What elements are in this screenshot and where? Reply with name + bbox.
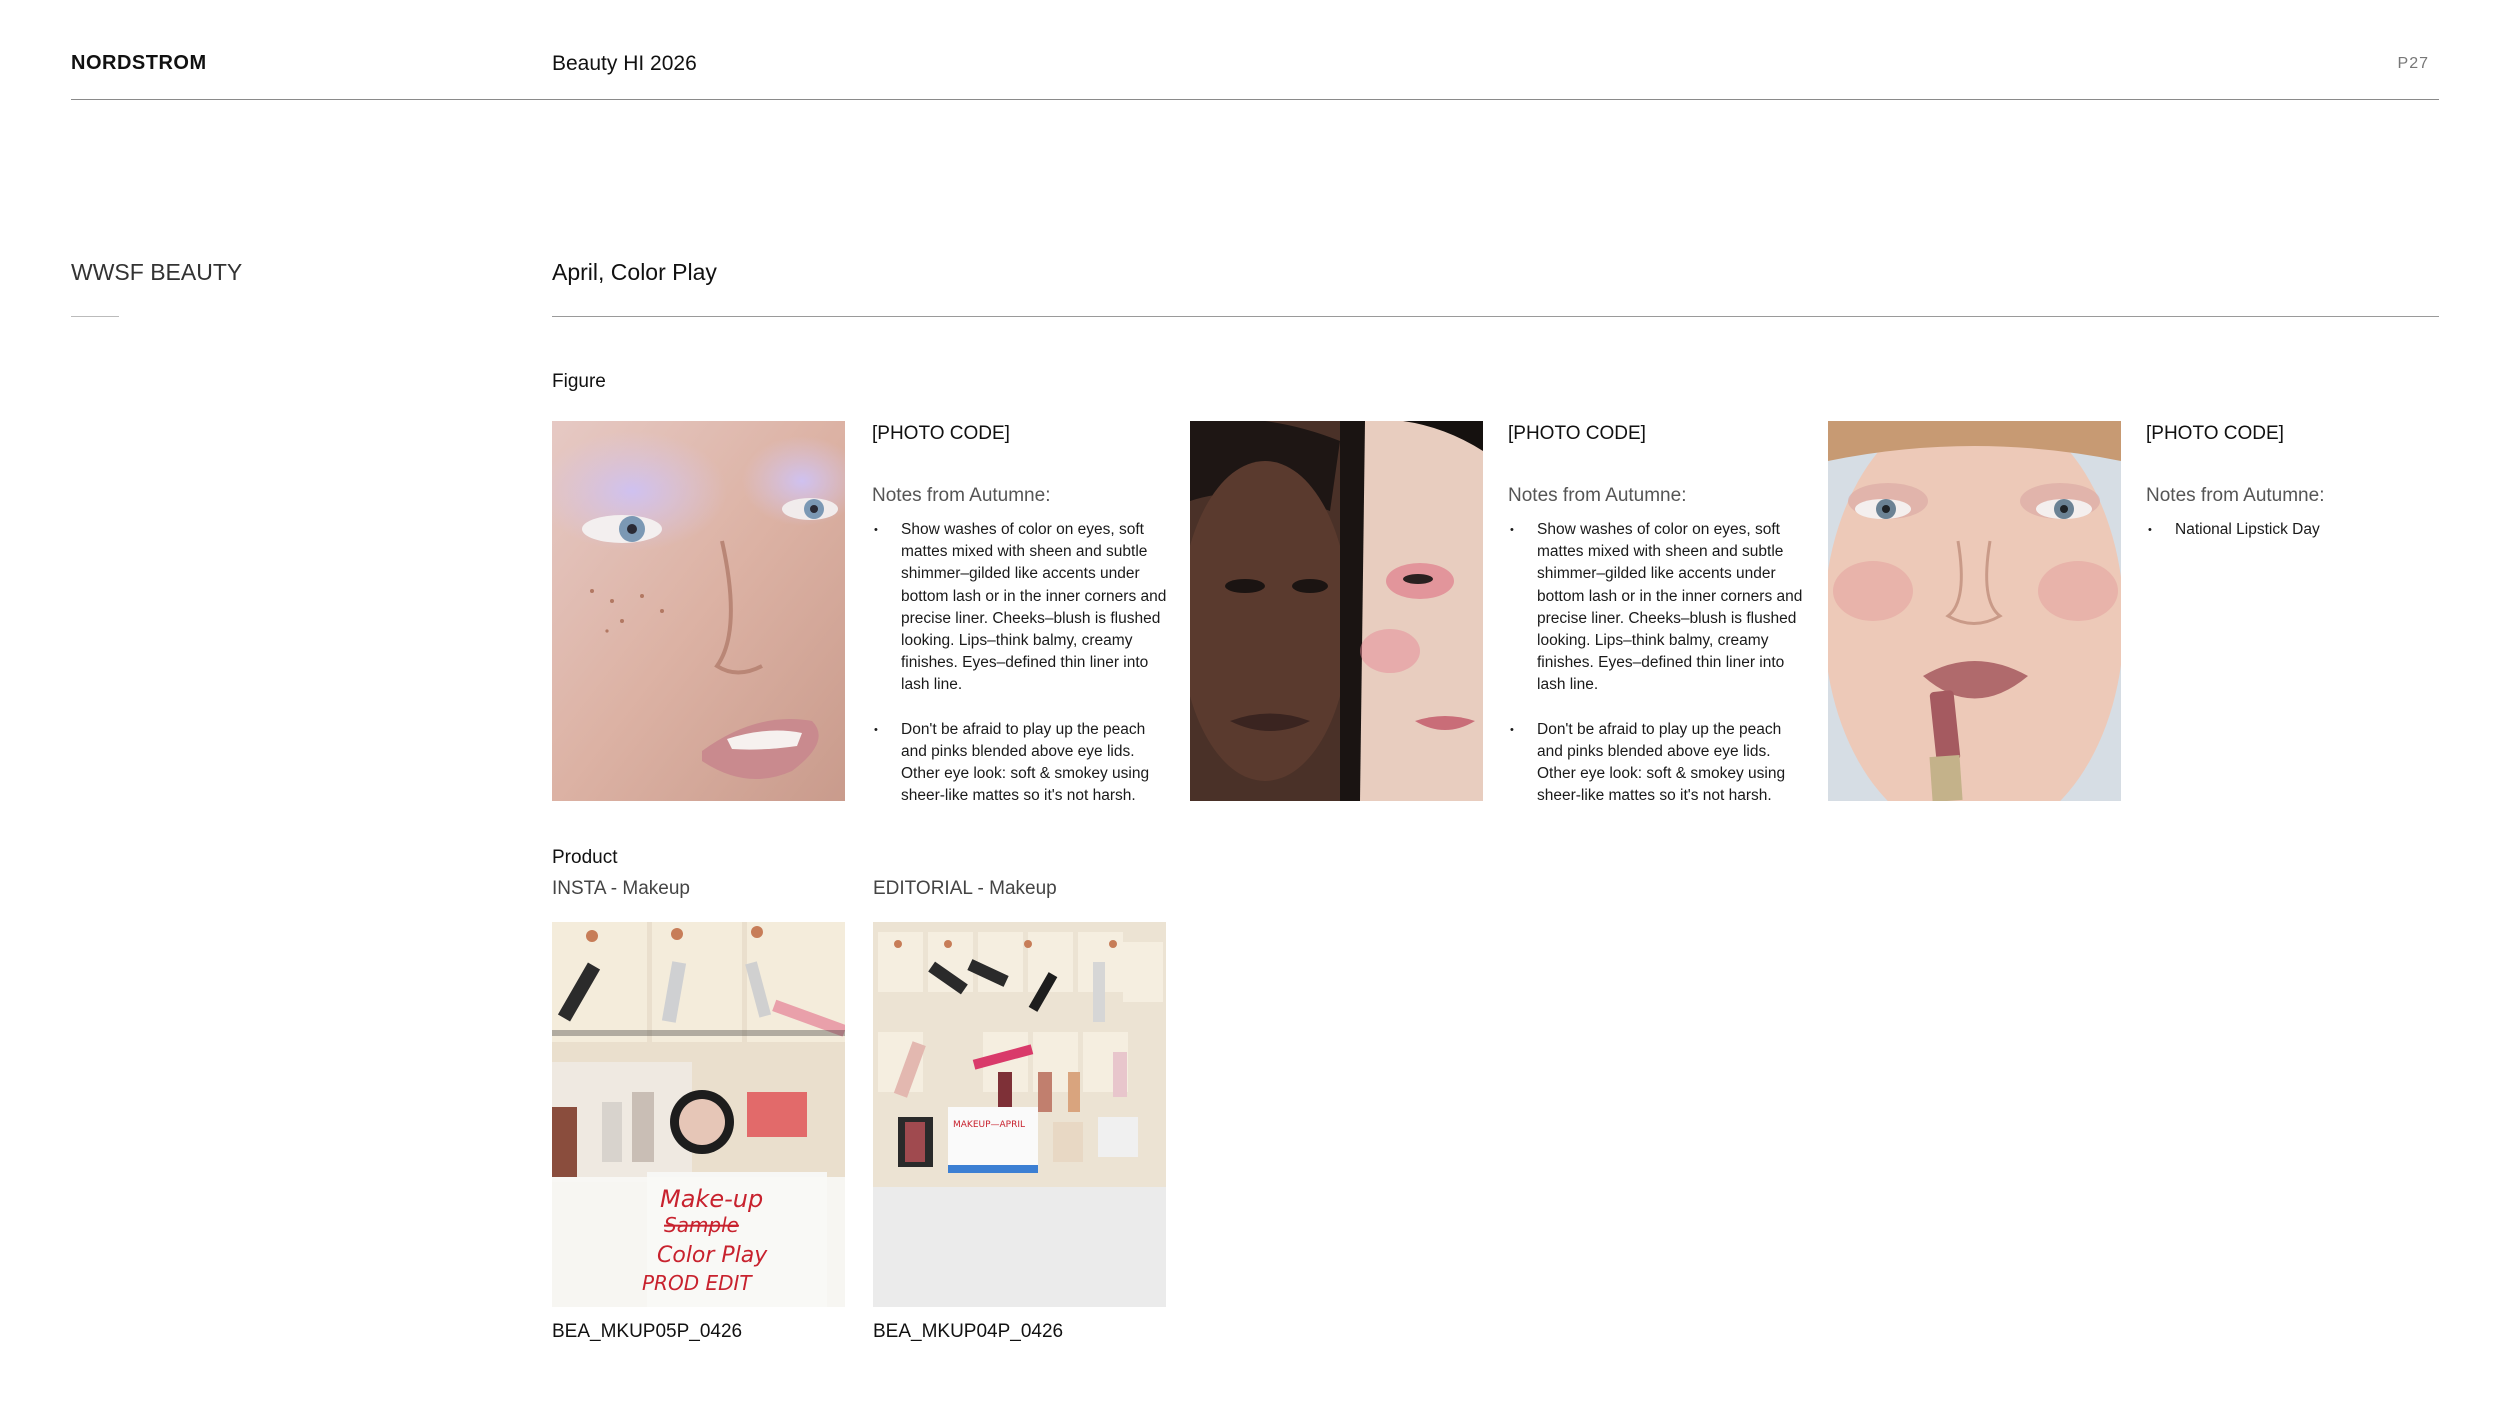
note-bullet: Show washes of color on eyes, soft matte… <box>1510 519 1808 697</box>
page-number: P27 <box>2397 55 2429 72</box>
figure-notes-3: [PHOTO CODE] Notes from Autumne: Nationa… <box>2146 421 2446 563</box>
notes-list: National Lipstick Day <box>2146 519 2446 541</box>
brand-logo: NORDSTROM <box>71 52 207 74</box>
figure-notes-1: [PHOTO CODE] Notes from Autumne: Show wa… <box>872 421 1172 829</box>
handwritten-note: Sample <box>664 1213 739 1237</box>
notes-title: Notes from Autumne: <box>872 485 1051 506</box>
figure-label: Figure <box>552 371 606 392</box>
handwritten-note: Color Play <box>657 1243 768 1268</box>
handwritten-note: PROD EDIT <box>642 1271 753 1295</box>
header-divider <box>71 99 2439 100</box>
figure-photo-3[interactable] <box>1828 421 2121 801</box>
section-name: WWSF BEAUTY <box>71 259 243 285</box>
product-label: Product <box>552 847 618 868</box>
photo-code: [PHOTO CODE] <box>1508 423 1646 444</box>
product-code-insta: BEA_MKUP05P_0426 <box>552 1321 743 1342</box>
note-bullet: Don't be afraid to play up the peach and… <box>1510 719 1808 808</box>
product-category-insta: INSTA - Makeup <box>552 878 690 899</box>
product-photo-editorial[interactable]: MAKEUP—APRIL <box>873 922 1166 1307</box>
note-bullet: Show washes of color on eyes, soft matte… <box>874 519 1172 697</box>
product-category-editorial: EDITORIAL - Makeup <box>873 878 1057 899</box>
title-divider <box>552 316 2439 317</box>
page-title: April, Color Play <box>552 259 717 285</box>
notes-title: Notes from Autumne: <box>2146 485 2325 506</box>
figure-photo-1[interactable] <box>552 421 845 801</box>
notes-title: Notes from Autumne: <box>1508 485 1687 506</box>
note-bullet: Don't be afraid to play up the peach and… <box>874 719 1172 808</box>
figure-notes-2: [PHOTO CODE] Notes from Autumne: Show wa… <box>1508 421 1808 829</box>
notes-list: Show washes of color on eyes, soft matte… <box>872 519 1172 807</box>
figure-photo-2[interactable] <box>1190 421 1483 801</box>
photo-code: [PHOTO CODE] <box>872 423 1010 444</box>
product-code-editorial: BEA_MKUP04P_0426 <box>873 1321 1064 1342</box>
document-title: Beauty HI 2026 <box>552 52 697 75</box>
handwritten-note: Make-up <box>660 1185 763 1213</box>
section-divider <box>71 316 119 317</box>
photo-code: [PHOTO CODE] <box>2146 423 2284 444</box>
note-bullet: National Lipstick Day <box>2148 519 2446 541</box>
product-photo-insta[interactable]: Make-up Sample Color Play PROD EDIT <box>552 922 845 1307</box>
svg-text:MAKEUP—APRIL: MAKEUP—APRIL <box>953 1120 1025 1130</box>
notes-list: Show washes of color on eyes, soft matte… <box>1508 519 1808 807</box>
